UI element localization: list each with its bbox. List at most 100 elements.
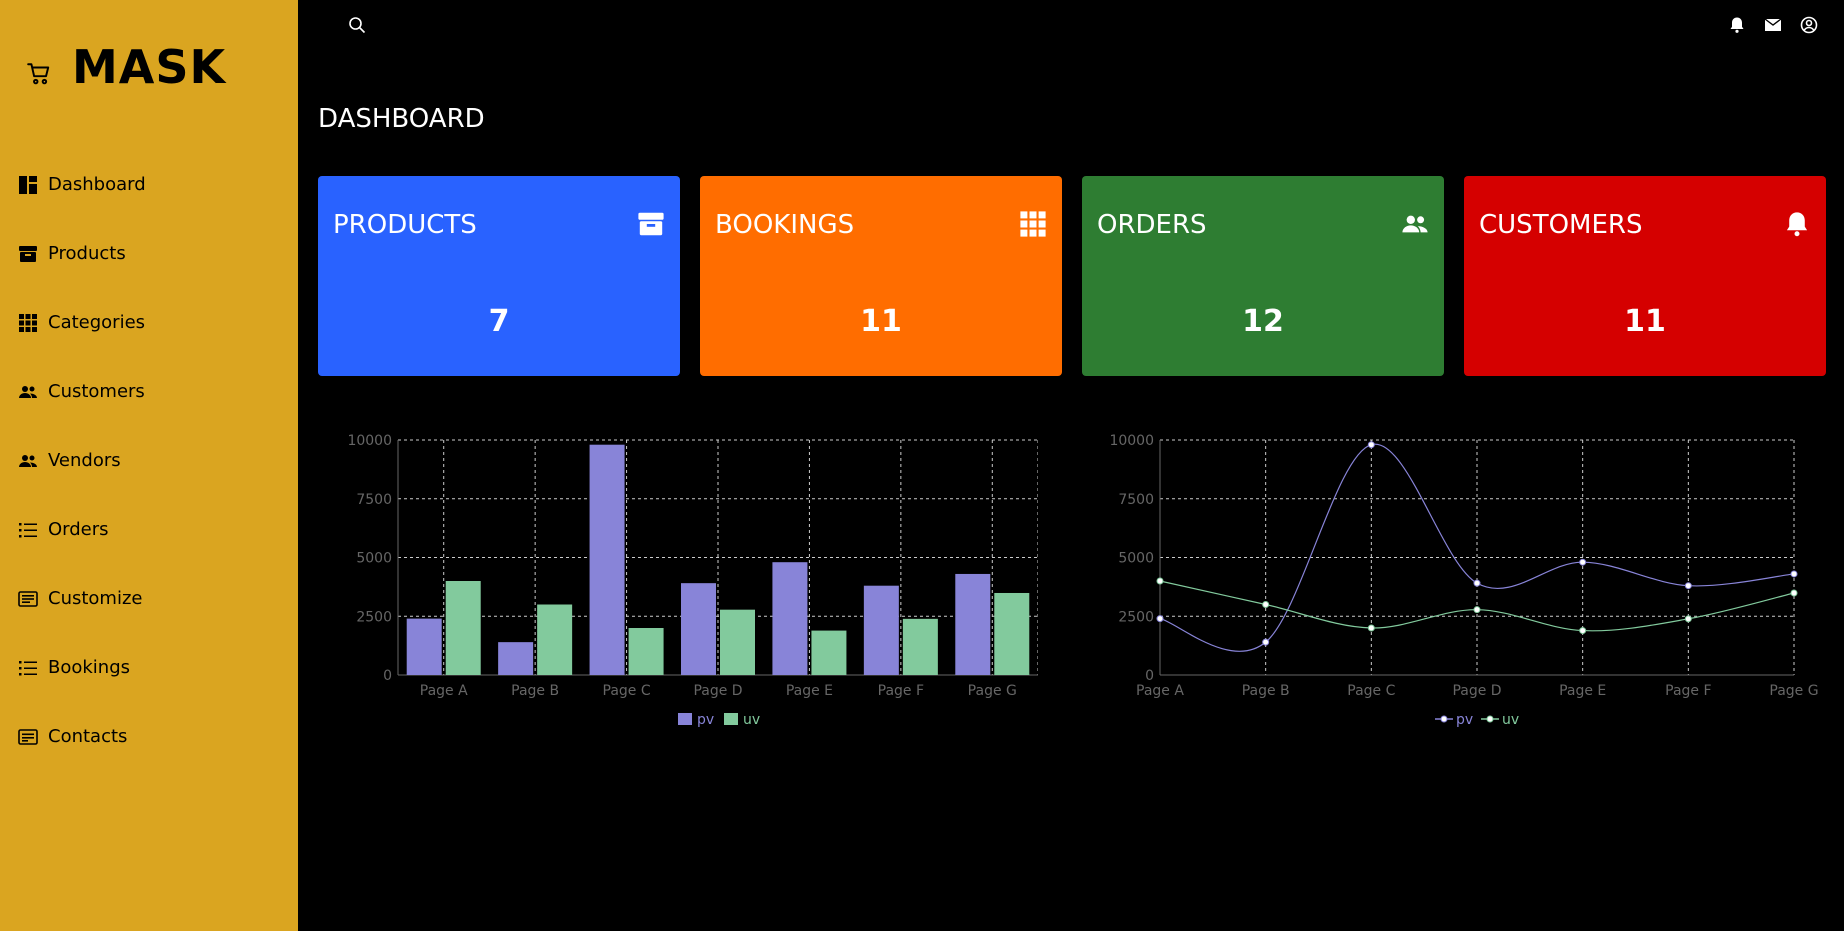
sidebar-item-customize[interactable]: Customize [18, 564, 288, 633]
chart-legend: pv uv [678, 712, 760, 728]
list-icon [18, 658, 38, 678]
people-icon [18, 451, 38, 471]
x-tick-label: Page F [878, 683, 924, 699]
bar-pv[interactable] [406, 618, 442, 675]
bar-uv[interactable] [628, 628, 664, 675]
bell-icon[interactable] [1728, 16, 1746, 34]
x-tick-label: Page G [968, 683, 1017, 699]
point-uv[interactable] [1684, 615, 1692, 623]
y-tick-label: 10000 [347, 433, 392, 449]
point-uv[interactable] [1579, 627, 1587, 635]
sidebar-item-dashboard[interactable]: Dashboard [18, 150, 288, 219]
sidebar-item-bookings[interactable]: Bookings [18, 633, 288, 702]
sidebar-item-customers[interactable]: Customers [18, 357, 288, 426]
card-value: 12 [1242, 304, 1284, 339]
bar-uv[interactable] [537, 604, 573, 676]
bar-chart: 0 2500 5000 7500 10000 Page A Page B Page C Page… [347, 433, 1039, 728]
sidebar-item-categories[interactable]: Categories [18, 288, 288, 357]
line-chart: 0 2500 5000 7500 10000 Page A Page B Page C Page… [1109, 433, 1818, 728]
bar-uv[interactable] [994, 592, 1030, 675]
sidebar-item-products[interactable]: Products [18, 219, 288, 288]
cart-icon [26, 61, 52, 87]
bar-pv[interactable] [863, 585, 899, 675]
bar-pv[interactable] [498, 642, 534, 675]
mail-icon[interactable] [1764, 16, 1782, 34]
line-uv [1159, 580, 1795, 632]
search-icon[interactable] [348, 16, 366, 34]
point-pv[interactable] [1790, 570, 1798, 578]
y-tick-label: 7500 [1118, 492, 1154, 508]
grid-icon [1019, 210, 1047, 238]
card-products[interactable]: PRODUCTS 7 [318, 176, 680, 376]
sidebar-item-label: Customize [48, 588, 143, 609]
card-title: PRODUCTS [333, 210, 477, 240]
grid-icon [18, 313, 38, 333]
point-pv[interactable] [1579, 558, 1587, 566]
y-tick-label: 10000 [1109, 433, 1154, 449]
x-tick-label: Page E [1559, 683, 1606, 699]
brand-name: MASK [72, 40, 227, 94]
bar-pv[interactable] [589, 444, 625, 675]
point-pv[interactable] [1367, 441, 1375, 449]
bar-uv[interactable] [902, 618, 938, 675]
bar-pv[interactable] [955, 573, 991, 675]
card-value: 7 [488, 304, 510, 339]
topbar-actions [1728, 16, 1818, 34]
x-tick-label: Page B [511, 683, 559, 699]
point-uv[interactable] [1262, 601, 1270, 608]
legend-swatch [678, 713, 692, 725]
card-title: BOOKINGS [715, 210, 855, 240]
sidebar-item-orders[interactable]: Orders [18, 495, 288, 564]
card-title: CUSTOMERS [1479, 210, 1643, 240]
sidebar-item-label: Vendors [48, 450, 121, 471]
card-title: ORDERS [1097, 210, 1207, 240]
card-customers[interactable]: CUSTOMERS 11 [1464, 176, 1826, 376]
card-value: 11 [1624, 304, 1666, 339]
archive-icon [637, 210, 665, 238]
point-pv[interactable] [1473, 579, 1481, 587]
x-tick-label: Page A [1136, 683, 1184, 699]
x-tick-label: Page C [603, 683, 651, 699]
x-tick-label: Page C [1347, 683, 1395, 699]
sidebar-item-label: Categories [48, 312, 146, 333]
x-tick-label: Page A [420, 683, 468, 699]
point-uv[interactable] [1473, 606, 1481, 614]
x-tick-label: Page B [1242, 683, 1290, 699]
card-bookings[interactable]: BOOKINGS 11 [700, 176, 1062, 376]
sidebar-item-label: Bookings [48, 657, 131, 678]
sidebar: MASK Dashboard Products Categories Custo… [0, 0, 298, 931]
sidebar-item-vendors[interactable]: Vendors [18, 426, 288, 495]
brand[interactable]: MASK [26, 40, 226, 94]
x-tick-label: Page D [1452, 683, 1501, 699]
point-pv[interactable] [1684, 582, 1692, 590]
sliders-icon [18, 589, 38, 609]
legend-label: pv [697, 712, 714, 728]
sidebar-item-label: Dashboard [48, 174, 146, 195]
sidebar-item-label: Contacts [48, 726, 128, 747]
y-tick-label: 2500 [1118, 609, 1154, 625]
bar-pv[interactable] [681, 583, 716, 675]
dashboard-icon [18, 175, 38, 195]
legend-swatch [724, 713, 738, 725]
point-pv[interactable] [1156, 615, 1164, 623]
y-tick-label: 5000 [1118, 551, 1154, 567]
y-tick-label: 7500 [356, 492, 392, 508]
x-tick-label: Page E [786, 683, 833, 699]
list-icon [18, 520, 38, 540]
bar-uv[interactable] [720, 609, 755, 675]
card-orders[interactable]: ORDERS 12 [1082, 176, 1444, 376]
line-chart-container: 0 2500 5000 7500 10000 Page A Page B Page C Page… [1080, 430, 1844, 744]
point-uv[interactable] [1367, 624, 1375, 632]
bar-pv[interactable] [772, 562, 808, 675]
point-uv[interactable] [1156, 577, 1164, 585]
chart-legend: pv uv [1435, 712, 1519, 728]
point-uv[interactable] [1790, 589, 1798, 597]
y-tick-label: 0 [1145, 668, 1154, 684]
card-value: 11 [860, 304, 902, 339]
user-circle-icon[interactable] [1800, 16, 1818, 34]
sidebar-item-label: Customers [48, 381, 145, 402]
bar-uv[interactable] [445, 581, 481, 675]
bar-uv[interactable] [811, 630, 847, 675]
point-pv[interactable] [1262, 638, 1270, 646]
sidebar-item-contacts[interactable]: Contacts [18, 702, 288, 771]
